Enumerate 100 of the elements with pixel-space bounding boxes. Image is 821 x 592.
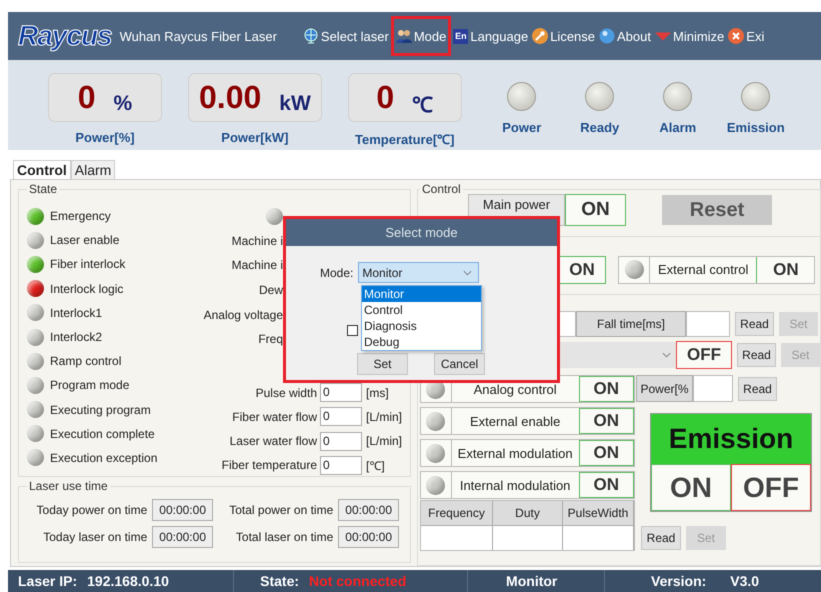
app-title: Wuhan Raycus Fiber Laser: [120, 28, 277, 44]
read-button[interactable]: Read: [641, 526, 682, 550]
chevron-icon: [662, 352, 672, 358]
column-header: Duty: [493, 501, 564, 526]
menu-item[interactable]: Minimize: [653, 16, 726, 56]
dialog-button[interactable]: Cancel: [434, 353, 485, 375]
status-label: Version:: [651, 573, 706, 589]
menu-item[interactable]: En Language: [451, 16, 530, 56]
ip-address: 192.168.0.10: [87, 573, 170, 589]
group-title: Laser use time: [28, 479, 109, 493]
status-label: Executing program: [50, 402, 151, 417]
table-cell[interactable]: [563, 526, 634, 550]
parameter-label: Laser water flow: [228, 434, 318, 448]
mode-dropdown[interactable]: Monitor: [358, 262, 480, 283]
switch-state[interactable]: OFF: [676, 341, 732, 369]
readout-value: 0: [376, 79, 394, 116]
tab[interactable]: Control: [13, 160, 71, 179]
checkbox[interactable]: [347, 325, 358, 336]
switch-state[interactable]: ON: [578, 376, 634, 402]
readout-label: Temperature[℃]: [355, 131, 454, 148]
status-label: Execution complete: [50, 426, 155, 441]
readout-value: 0: [78, 79, 96, 116]
parameter-field[interactable]: 0: [320, 432, 362, 451]
parameter-label: Freq: [258, 332, 283, 346]
switch-state[interactable]: ON: [565, 194, 626, 226]
mode-label: Internal modulation: [458, 476, 572, 494]
dropdown-option[interactable]: Monitor: [362, 286, 481, 302]
dialog-title: Select mode: [286, 219, 557, 246]
emission-off-button[interactable]: OFF: [731, 464, 812, 511]
menu-item[interactable]: About: [597, 16, 653, 56]
readout-unit: kW: [279, 92, 311, 116]
logo: Raycus: [18, 20, 112, 52]
switch-state[interactable]: ON: [558, 256, 606, 284]
users-icon: [396, 28, 412, 44]
key-icon: [532, 28, 548, 44]
indicator-label: Power: [502, 120, 542, 135]
status-label: Laser IP:: [18, 573, 78, 589]
group-title: Control: [421, 182, 462, 196]
dropdown-option[interactable]: Debug: [362, 334, 481, 350]
fall-time-label: Fall time[ms]: [576, 311, 686, 337]
table-cell[interactable]: [421, 526, 494, 550]
status-label: Interlock logic: [50, 282, 124, 296]
read-button[interactable]: Read: [738, 376, 778, 400]
indicator-label: Emission: [726, 120, 785, 135]
mode-label: Mode:: [320, 266, 354, 280]
time-label: Today power on time: [36, 503, 148, 517]
menu-item[interactable]: Exi: [726, 16, 766, 56]
unit-label: [L/min]: [366, 410, 402, 424]
parameter-field[interactable]: 0: [320, 456, 362, 475]
tab[interactable]: Alarm: [70, 160, 116, 179]
dropdown-field[interactable]: [558, 342, 676, 368]
readout-label: Power[%]: [75, 130, 135, 145]
value-field[interactable]: [686, 311, 730, 337]
reset-button[interactable]: Reset: [662, 195, 772, 225]
globe-icon: [302, 28, 319, 44]
mode-label: Analog control: [472, 380, 558, 399]
parameter-label: Pulse width: [254, 386, 318, 400]
switch-state[interactable]: ON: [578, 440, 634, 466]
dialog-button[interactable]: Set: [357, 353, 408, 375]
group-title: State: [28, 182, 58, 196]
emission-title: Emission: [651, 414, 812, 464]
dropdown-option[interactable]: Control: [362, 302, 481, 318]
column-header: PulseWidth: [563, 501, 634, 526]
parameter-label: Machine i: [232, 258, 283, 272]
read-button[interactable]: Read: [737, 343, 776, 367]
indicator-label: Ready: [580, 120, 620, 135]
unit-label: [L/min]: [366, 434, 402, 448]
unit-label: [ms]: [366, 386, 389, 400]
table-cell[interactable]: [493, 526, 564, 550]
connection-state: Not connected: [309, 573, 408, 589]
menu-item[interactable]: Select laser: [300, 16, 391, 56]
power-label: Power[%: [636, 375, 694, 402]
readout-label: Power[kW]: [221, 130, 288, 145]
time-label: Today laser on time: [43, 530, 148, 544]
emission-on-button[interactable]: ON: [651, 464, 732, 511]
parameter-field[interactable]: 0: [320, 383, 362, 402]
status-label: Laser enable: [50, 233, 120, 248]
menu-item[interactable]: Mode: [390, 16, 452, 56]
readout-value: 0.00: [199, 79, 262, 116]
value-field[interactable]: [693, 375, 734, 402]
indicator-label: Alarm: [659, 120, 696, 135]
parameter-label: Machine i: [232, 234, 283, 248]
switch-state[interactable]: ON: [578, 472, 634, 498]
close-icon: [728, 28, 744, 44]
time-label: Total power on time: [229, 503, 334, 517]
status-label: Program mode: [50, 378, 130, 392]
switch-state[interactable]: ON: [578, 408, 634, 434]
dropdown-option[interactable]: Diagnosis: [362, 318, 481, 334]
unit-label: [℃]: [366, 458, 385, 474]
version-value: V3.0: [730, 573, 760, 589]
chevron-icon: [463, 270, 472, 276]
time-field: 00:00:00: [338, 526, 399, 548]
time-field: 00:00:00: [338, 499, 399, 521]
read-button[interactable]: Read: [735, 312, 774, 336]
mode-status: Monitor: [506, 573, 558, 589]
parameter-field[interactable]: 0: [320, 407, 362, 426]
info-icon: [599, 28, 616, 44]
menu-item[interactable]: License: [530, 16, 598, 56]
mode-label: External modulation: [456, 444, 574, 462]
parameter-label: Analog voltage: [204, 308, 283, 322]
